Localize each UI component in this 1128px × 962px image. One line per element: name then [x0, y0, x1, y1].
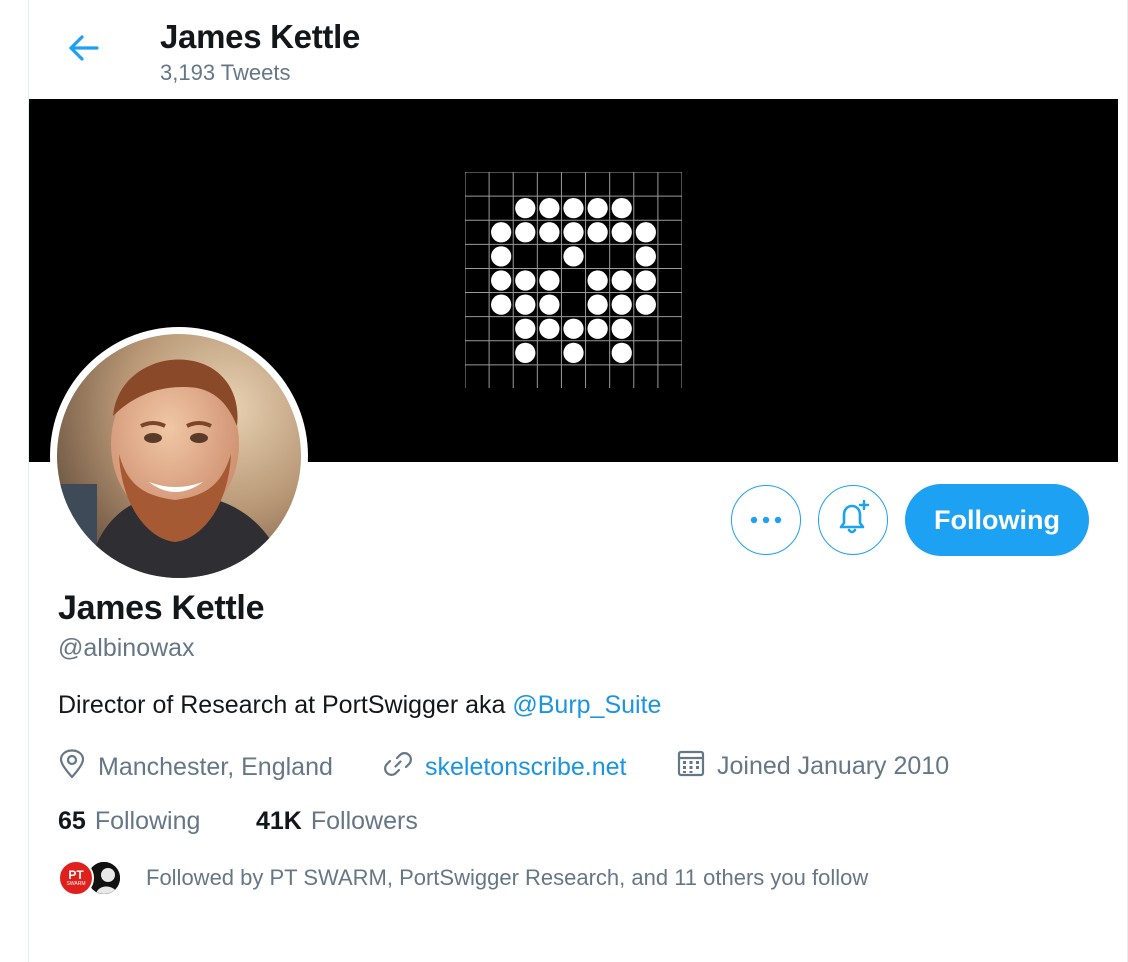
- more-button[interactable]: [731, 485, 801, 555]
- followers-label: Followers: [310, 807, 418, 835]
- followers-count: 41K: [256, 807, 302, 835]
- location-text: Manchester, England: [98, 753, 333, 781]
- followed-by-avatar-ptswarm: PT SWARM: [58, 860, 94, 896]
- profile-joined: Joined January 2010: [677, 749, 949, 784]
- tweet-count: 3,193 Tweets: [160, 60, 291, 85]
- link-icon: [383, 749, 425, 786]
- joined-text: Joined January 2010: [717, 752, 950, 780]
- ptswarm-logo-subtext: SWARM: [66, 880, 86, 887]
- website-link[interactable]: skeletonscribe.net: [425, 753, 627, 782]
- followed-by-avatars: PT SWARM: [58, 860, 124, 896]
- back-button[interactable]: [60, 30, 108, 70]
- followers-stat[interactable]: 41K Followers: [256, 807, 418, 836]
- profile-bio: Director of Research at PortSwigger aka …: [58, 691, 661, 720]
- ptswarm-logo-text: PT: [68, 867, 84, 882]
- profile-handle: @albinowax: [58, 634, 195, 662]
- bell-plus-icon: [833, 498, 873, 543]
- more-horizontal-icon: [750, 511, 782, 529]
- notifications-button[interactable]: [818, 485, 888, 555]
- following-count: 65: [58, 807, 86, 835]
- avatar-photo: [57, 334, 301, 578]
- banner-skull-art: [465, 172, 682, 388]
- following-stat[interactable]: 65 Following: [58, 807, 200, 836]
- calendar-icon: [677, 749, 717, 784]
- profile-name: James Kettle: [58, 589, 265, 627]
- following-button[interactable]: Following: [905, 484, 1089, 556]
- followed-by[interactable]: PT SWARM Followed by PT SWARM, PortSwigg…: [58, 860, 868, 896]
- arrow-left-icon: [67, 34, 101, 67]
- profile-website[interactable]: skeletonscribe.net: [383, 749, 627, 786]
- avatar[interactable]: [50, 327, 308, 585]
- header-title: James Kettle: [160, 18, 361, 55]
- bio-text: Director of Research at PortSwigger aka: [58, 691, 513, 719]
- profile-location: Manchester, England: [58, 749, 333, 786]
- followed-by-text: Followed by PT SWARM, PortSwigger Resear…: [146, 865, 869, 890]
- location-pin-icon: [58, 749, 98, 786]
- profile-page: James Kettle 3,193 Tweets Following Jame…: [0, 0, 1128, 962]
- following-label: Following: [94, 807, 201, 835]
- bio-mention-link[interactable]: @Burp_Suite: [512, 691, 661, 719]
